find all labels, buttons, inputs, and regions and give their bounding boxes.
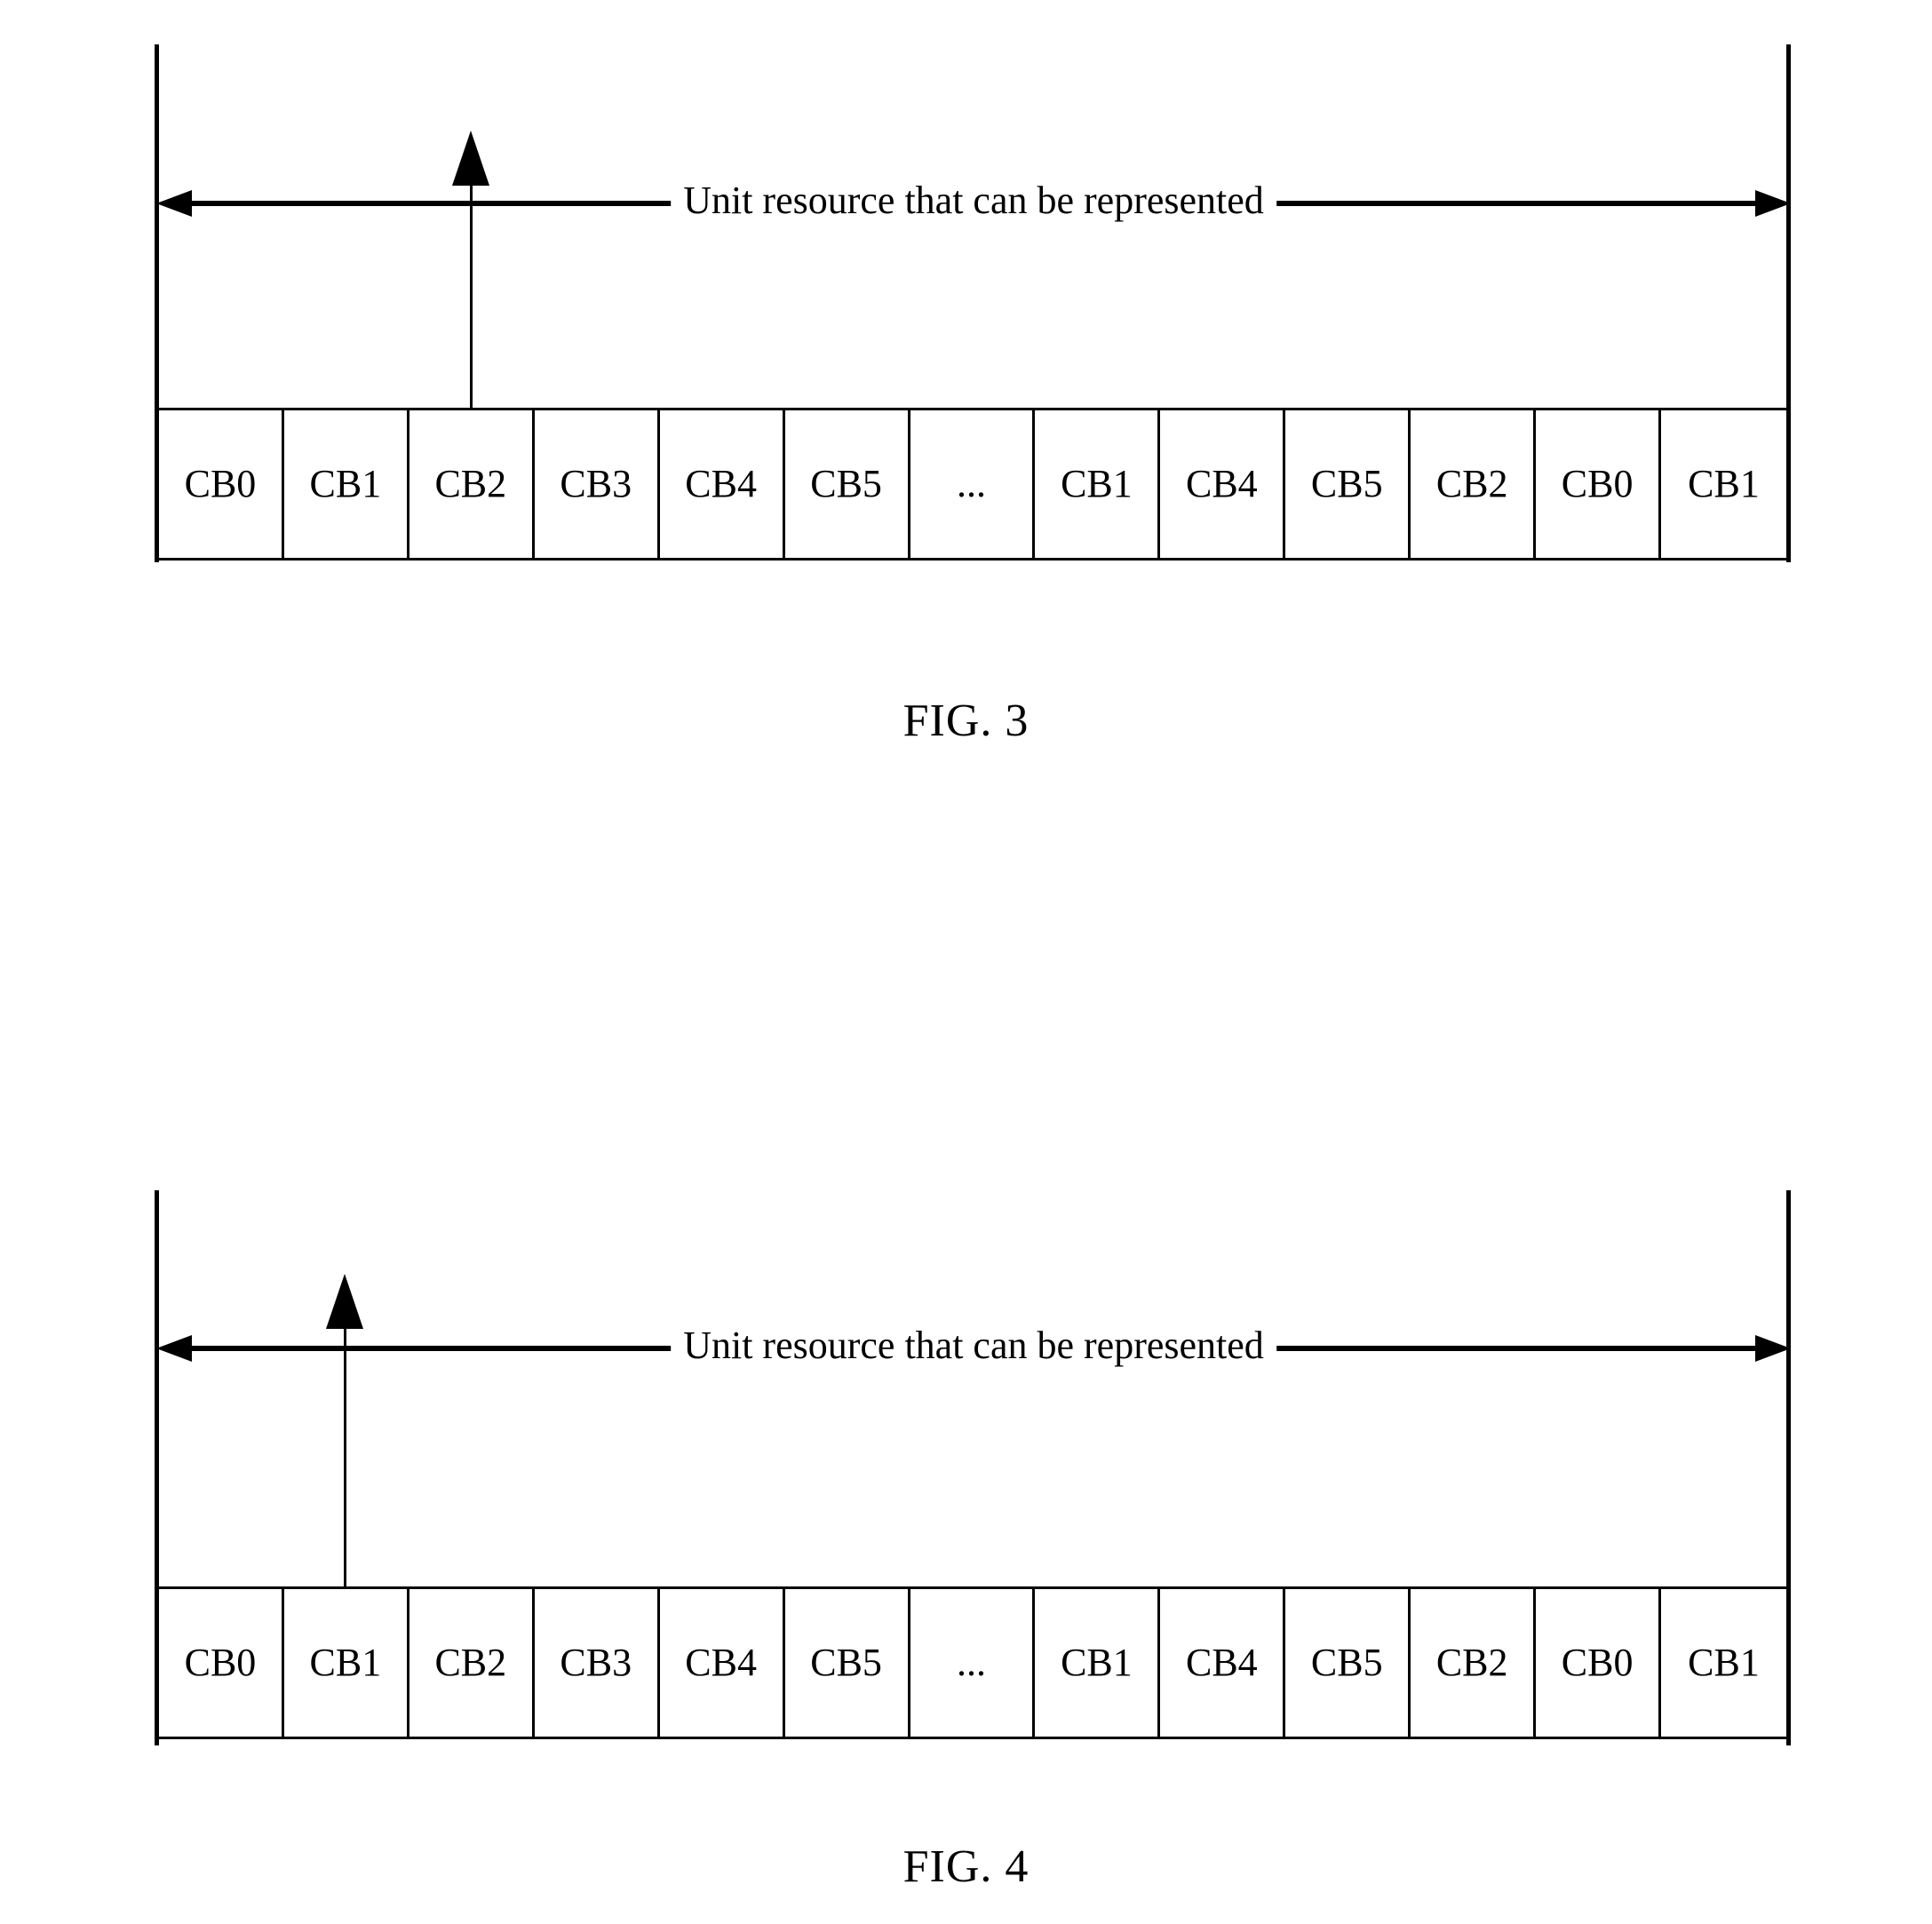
- code-block-cell-label: CB2: [1435, 1641, 1508, 1684]
- code-block-cell: CB5: [784, 410, 910, 558]
- fig4-pointer-arrow-tip: [326, 1274, 363, 1329]
- code-block-cell-label: CB3: [560, 1641, 632, 1684]
- code-block-cell: CB5: [784, 1589, 910, 1737]
- code-block-cell-label: CB0: [184, 1641, 257, 1684]
- code-block-cell: ...: [910, 410, 1036, 558]
- code-block-cell-label: CB1: [1688, 1641, 1760, 1684]
- code-block-cell-label: CB1: [1688, 462, 1760, 505]
- fig3-pointer-arrow-tip: [452, 131, 489, 186]
- code-block-cell-label: CB1: [1061, 1641, 1133, 1684]
- code-block-cell-label: ...: [956, 462, 986, 505]
- code-block-cell: CB1: [283, 410, 409, 558]
- code-block-cell: CB2: [1411, 410, 1537, 558]
- code-block-cell-label: CB2: [1435, 462, 1508, 505]
- code-block-cell: CB1: [1035, 1589, 1161, 1737]
- code-block-cell: CB1: [1035, 410, 1161, 558]
- fig4-span-arrow-label: Unit resource that can be represented: [671, 1324, 1276, 1368]
- code-block-cell-label: CB0: [1561, 1641, 1634, 1684]
- code-block-cell: CB4: [1160, 410, 1286, 558]
- fig4-code-block-row: CB0 CB1 CB2 CB3 CB4 CB5... CB1 CB4 CB5 CB2 CB0 CB1: [156, 1586, 1789, 1739]
- code-block-cell-label: CB2: [434, 1641, 507, 1684]
- code-block-cell: CB0: [159, 410, 284, 558]
- code-block-cell-label: CB0: [184, 462, 257, 505]
- fig3-code-block-row: CB0 CB1 CB2 CB3 CB4 CB5... CB1 CB4 CB5 CB2 CB0 CB1: [156, 408, 1789, 561]
- code-block-cell-label: CB0: [1561, 462, 1634, 505]
- fig4-pointer-arrow: [325, 1274, 364, 1586]
- code-block-cell: CB4: [659, 1589, 785, 1737]
- code-block-cell-label: CB5: [810, 462, 882, 505]
- fig4-pointer-arrow-stem: [343, 1325, 346, 1586]
- code-block-cell-label: CB1: [309, 1641, 382, 1684]
- fig3-span-arrow-left-head: [156, 190, 192, 217]
- code-block-cell: CB4: [659, 410, 785, 558]
- code-block-cell: CB0: [1536, 1589, 1662, 1737]
- code-block-cell-label: CB2: [434, 462, 507, 505]
- code-block-cell-label: CB4: [1185, 462, 1258, 505]
- code-block-cell: CB2: [409, 1589, 535, 1737]
- code-block-cell-label: CB5: [810, 1641, 882, 1684]
- code-block-cell: CB4: [1160, 1589, 1286, 1737]
- code-block-cell: CB1: [1661, 1589, 1786, 1737]
- code-block-cell-label: CB1: [309, 462, 382, 505]
- code-block-cell: CB0: [1536, 410, 1662, 558]
- code-block-cell-label: CB3: [560, 462, 632, 505]
- fig3-span-arrow-label: Unit resource that can be represented: [671, 179, 1276, 223]
- code-block-cell-label: CB4: [685, 1641, 757, 1684]
- code-block-cell: CB3: [534, 410, 660, 558]
- code-block-cell: CB2: [1411, 1589, 1537, 1737]
- code-block-cell: CB2: [409, 410, 535, 558]
- fig4-span-arrow-left-head: [156, 1335, 192, 1362]
- code-block-cell-label: CB4: [685, 462, 757, 505]
- code-block-cell-label: CB1: [1061, 462, 1133, 505]
- code-block-cell: CB0: [159, 1589, 284, 1737]
- fig3-pointer-arrow: [451, 131, 490, 408]
- code-block-cell-label: CB5: [1310, 1641, 1383, 1684]
- code-block-cell: CB5: [1285, 1589, 1411, 1737]
- code-block-cell: ...: [910, 1589, 1036, 1737]
- code-block-cell: CB3: [534, 1589, 660, 1737]
- fig3-pointer-arrow-stem: [469, 182, 473, 408]
- fig4-caption: FIG. 4: [902, 1841, 1030, 1892]
- code-block-cell-label: ...: [956, 1641, 986, 1684]
- code-block-cell: CB1: [283, 1589, 409, 1737]
- code-block-cell: CB1: [1661, 410, 1786, 558]
- fig3-span-arrow-right-head: [1755, 190, 1791, 217]
- fig3-caption: FIG. 3: [902, 696, 1030, 746]
- code-block-cell: CB5: [1285, 410, 1411, 558]
- code-block-cell-label: CB4: [1185, 1641, 1258, 1684]
- fig4-span-arrow-right-head: [1755, 1335, 1791, 1362]
- code-block-cell-label: CB5: [1310, 462, 1383, 505]
